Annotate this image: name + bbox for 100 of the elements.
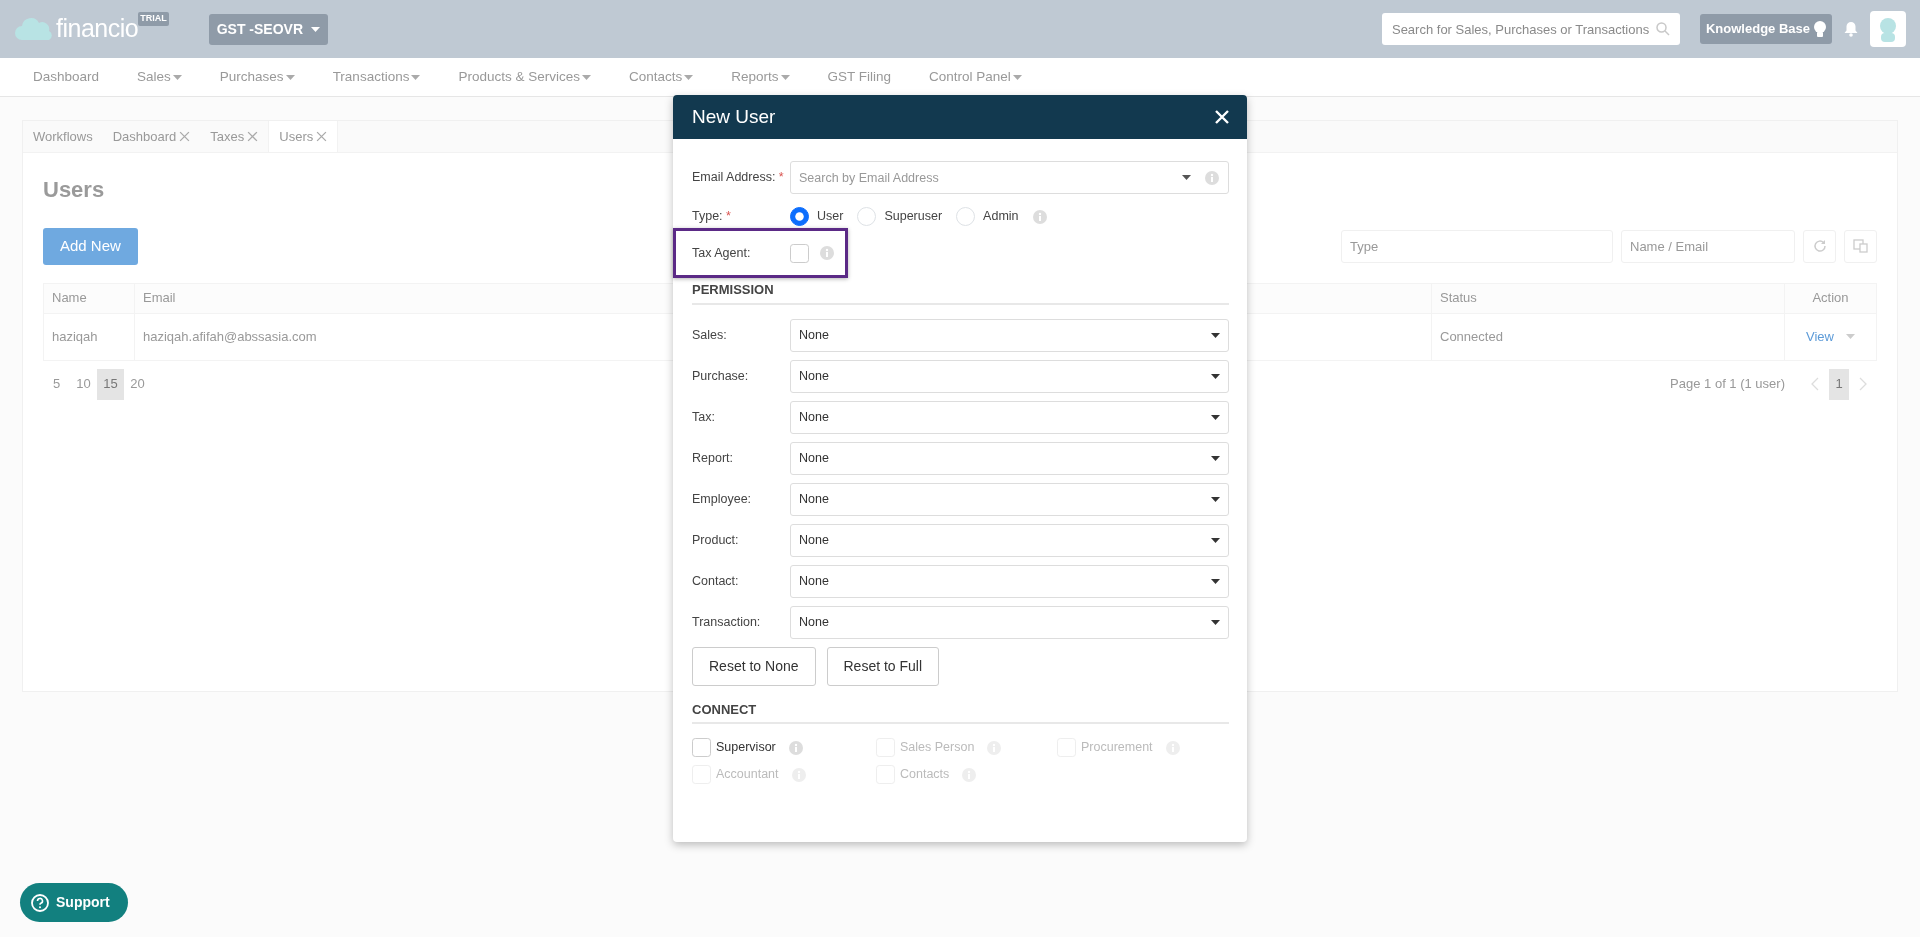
nav-menu-item[interactable]: Sales [118,66,201,88]
connect-checkbox[interactable] [692,738,711,757]
field-label: Tax: [692,408,716,426]
radio-button[interactable] [790,207,809,226]
field-label: Purchase: [692,367,750,385]
caret-icon [684,74,694,80]
close-button[interactable] [1215,110,1229,124]
permission-select[interactable]: None [790,482,1229,516]
radio-label: Admin [983,208,1019,226]
refresh-button[interactable] [1803,229,1836,263]
checkbox-label: Supervisor [716,739,776,757]
permission-select[interactable]: None [790,359,1229,393]
field-label: Report: [692,449,734,467]
permission-select[interactable]: None [790,605,1229,639]
page-number-button[interactable]: 1 [1829,368,1849,400]
help-icon [31,893,49,912]
nav-menu-item[interactable]: Reports [712,66,809,88]
trial-label: TRIAL [138,12,169,26]
reset-button[interactable]: Reset to None [692,646,816,686]
page-tab[interactable]: Taxes [200,121,269,152]
caret-icon [581,74,591,80]
search-icon[interactable] [1655,22,1670,36]
page-tab[interactable]: Dashboard [102,121,201,152]
caret-icon [1211,373,1220,379]
brand-logo: financio [56,13,139,45]
company-dropdown[interactable]: GST -SEOVR [208,13,329,45]
caret-icon [172,74,182,80]
caret-icon [780,74,790,80]
close-icon[interactable] [179,131,191,142]
page-tab[interactable]: Users [268,121,339,152]
caret-icon [1211,455,1220,461]
nav-menu-item[interactable]: Dashboard [14,66,119,88]
permission-select[interactable]: None [790,564,1229,598]
page-size-option[interactable]: 5 [43,368,70,400]
bell-icon[interactable] [1844,21,1858,37]
caret-icon [1211,537,1220,543]
checkbox-label: Procurement [1081,739,1153,757]
column-header: Name [43,283,135,313]
page-size-option[interactable]: 10 [70,368,97,400]
permission-select[interactable]: None [790,523,1229,557]
field-label: Type: * [692,208,732,226]
nav-menu-item[interactable]: Contacts [609,66,713,88]
permission-select[interactable]: None [790,400,1229,434]
filter-field[interactable]: Name / Email [1621,229,1795,263]
user-avatar[interactable] [1870,11,1906,47]
pagination-summary: Page 1 of 1 (1 user) [1670,375,1785,394]
radio-label: User [817,208,844,226]
table-cell: haziqah [43,313,135,360]
view-button[interactable]: View [1806,327,1834,347]
columns-button[interactable] [1844,229,1877,263]
nav-menu-item[interactable]: Control Panel [910,66,1041,88]
add-new-button[interactable]: Add New [43,228,138,265]
page-title: Users [43,176,105,204]
refresh-icon [1812,239,1827,254]
checkbox-label: Accountant [716,766,779,784]
field-label: Sales: [692,326,728,344]
tax-agent-checkbox[interactable] [790,243,809,263]
lightbulb-icon [1814,20,1826,38]
section-heading: CONNECT [692,699,1229,724]
field-label: Employee: [692,490,753,508]
caret-icon [1211,578,1220,584]
support-button[interactable]: Support [20,883,128,922]
caret-icon [1211,414,1220,420]
nav-menu-item[interactable]: Transactions [313,66,440,88]
previous-page-icon[interactable] [1811,377,1819,391]
column-header: Action [1784,283,1877,313]
reset-button[interactable]: Reset to Full [826,646,940,686]
nav-menu-item[interactable]: Products & Services [439,66,610,88]
knowledge-base-button[interactable]: Knowledge Base [1699,14,1832,44]
caret-icon [311,26,321,32]
page-size-option[interactable]: 20 [124,368,151,400]
nav-menu-item[interactable]: Purchases [200,66,314,88]
radio-label: Superuser [884,208,943,226]
field-label: Transaction: [692,613,762,631]
nav-menu-item[interactable]: GST Filing [808,66,911,88]
filter-field[interactable]: Type [1341,229,1613,263]
email-field[interactable]: Search by Email Address [790,161,1229,194]
modal-title: New User [692,104,776,129]
page-tab[interactable]: Workflows [23,121,103,152]
permission-select[interactable]: None [790,441,1229,475]
permission-select[interactable]: None [790,318,1229,352]
checkbox-label: Contacts [900,766,950,784]
page-size-option[interactable]: 15 [97,368,124,400]
close-icon[interactable] [316,131,328,142]
column-header: Status [1431,283,1785,313]
avatar-icon [1877,16,1899,42]
field-label: Product: [692,531,740,549]
caret-icon [285,74,295,80]
field-label: Email Address: * [692,169,785,187]
next-page-icon[interactable] [1859,377,1867,391]
caret-icon [1211,332,1220,338]
checkbox-label: Sales Person [900,739,975,757]
info-icon [788,740,803,755]
field-label: Contact: [692,572,740,590]
columns-icon [1853,239,1868,254]
table-cell: Connected [1431,313,1785,360]
info-icon [1205,171,1219,185]
caret-icon [1012,74,1022,80]
close-icon[interactable] [247,131,259,142]
search-field[interactable]: Search for Sales, Purchases or Transactions [1381,13,1680,45]
